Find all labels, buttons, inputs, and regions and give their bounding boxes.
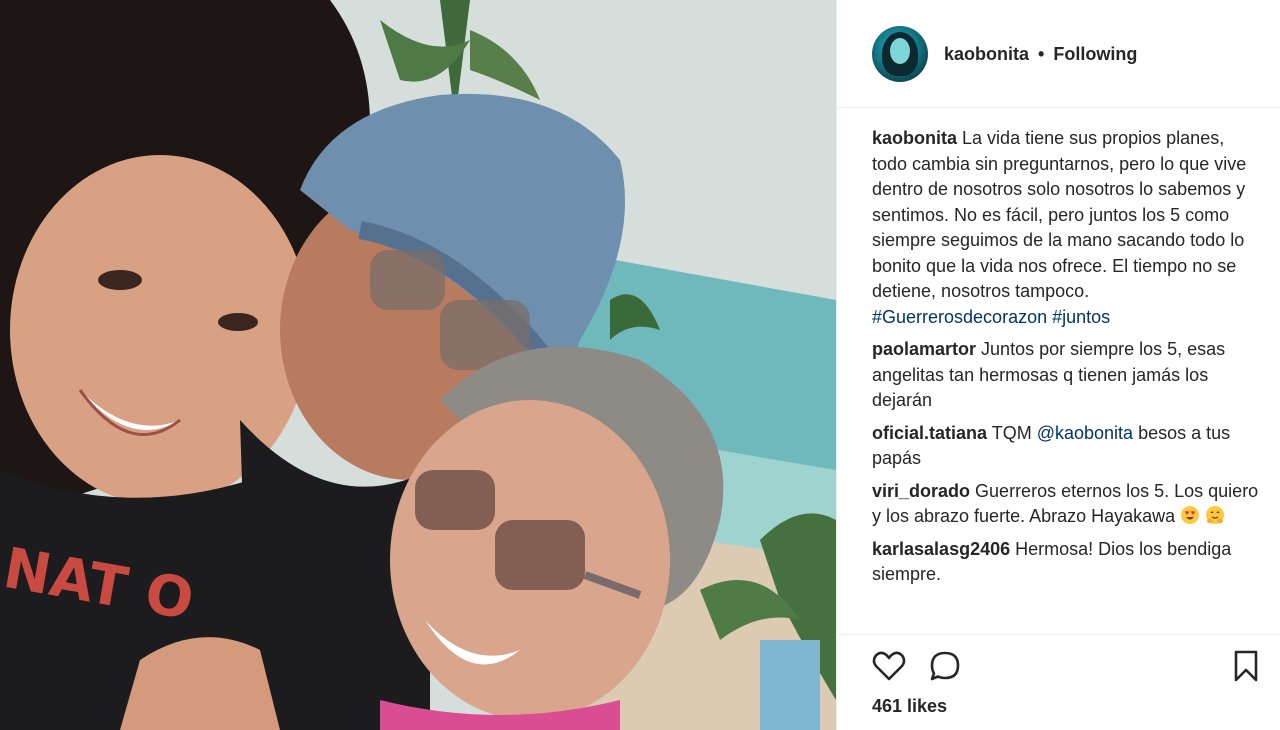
caption-username[interactable]: kaobonita <box>872 128 957 148</box>
comment-bubble-icon[interactable] <box>929 650 961 682</box>
selfie-illustration: NAT O <box>0 0 836 730</box>
comment-text: TQM <box>991 422 1032 443</box>
comment-username[interactable]: oficial.tatiana <box>872 423 987 443</box>
heart-icon[interactable] <box>872 650 906 682</box>
post-actions: 461 likes <box>837 634 1280 730</box>
comment-username[interactable]: paolamartor <box>872 339 976 359</box>
comment-item: oficial.tatiana TQM @kaobonita besos a t… <box>872 421 1264 472</box>
instagram-post: NAT O kaobonita • Following kaobonita La… <box>0 0 1280 730</box>
header-user-line: kaobonita • Following <box>944 44 1137 65</box>
post-photo[interactable]: NAT O <box>0 0 836 730</box>
follow-status-button[interactable]: Following <box>1053 44 1137 64</box>
hugging-emoji-icon <box>1206 506 1225 524</box>
comment-username[interactable]: viri_dorado <box>872 481 970 501</box>
comment-item: karlasalasg2406 Hermosa! Dios los bendig… <box>872 537 1264 588</box>
comment-item: paolamartor Juntos por siempre los 5, es… <box>872 337 1264 414</box>
caption-text: La vida tiene sus propios planes, todo c… <box>872 128 1247 301</box>
hashtag-link[interactable]: #Guerrerosdecorazon <box>872 307 1047 327</box>
heart-eyes-emoji-icon <box>1181 506 1200 524</box>
likes-count[interactable]: 461 likes <box>872 696 947 717</box>
hashtag-link[interactable]: #juntos <box>1052 307 1110 327</box>
author-avatar[interactable] <box>872 26 928 82</box>
author-username[interactable]: kaobonita <box>944 44 1029 64</box>
comment-username[interactable]: karlasalasg2406 <box>872 539 1010 559</box>
separator-dot: • <box>1038 44 1045 64</box>
caption: kaobonita La vida tiene sus propios plan… <box>872 126 1264 330</box>
post-header: kaobonita • Following <box>837 0 1280 108</box>
bookmark-icon[interactable] <box>1233 650 1259 682</box>
avatar-face <box>890 38 910 64</box>
comments-list: kaobonita La vida tiene sus propios plan… <box>872 126 1264 634</box>
comment-item: viri_dorado Guerreros eternos los 5. Los… <box>872 479 1264 530</box>
mention-link[interactable]: @kaobonita <box>1037 423 1133 443</box>
post-sidebar: kaobonita • Following kaobonita La vida … <box>836 0 1280 730</box>
